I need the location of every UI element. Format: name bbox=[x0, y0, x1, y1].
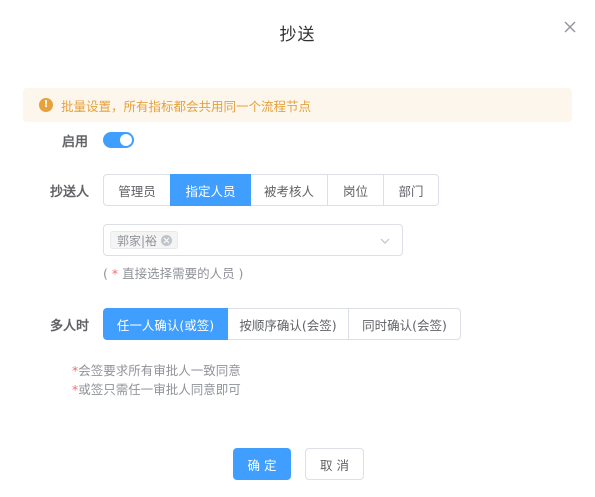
multi-mode-group: 任一人确认(或签) 按顺序确认(会签) 同时确认(会签) bbox=[103, 308, 461, 340]
cc-type-group: 管理员 指定人员 被考核人 岗位 部门 bbox=[103, 174, 439, 206]
close-icon[interactable] bbox=[561, 18, 579, 36]
hint-prefix: ( bbox=[103, 266, 112, 281]
note-countersign: *会签要求所有审批人一致同意 bbox=[72, 360, 241, 379]
multi-option-any[interactable]: 任一人确认(或签) bbox=[103, 308, 228, 340]
note-text: 会签要求所有审批人一致同意 bbox=[78, 363, 241, 378]
note-text: 或签只需任一审批人同意即可 bbox=[78, 382, 241, 397]
select-hint: ( * 直接选择需要的人员 ) bbox=[103, 263, 243, 282]
multi-option-simultaneous[interactable]: 同时确认(会签) bbox=[348, 308, 461, 340]
cc-tab-specified[interactable]: 指定人员 bbox=[170, 174, 251, 206]
dialog-title: 抄送 bbox=[279, 25, 316, 45]
tag-label: 郭家|裕 bbox=[117, 233, 158, 248]
note-or-sign: *或签只需任一审批人同意即可 bbox=[72, 379, 241, 398]
tag-close-icon[interactable] bbox=[161, 234, 173, 246]
person-select[interactable]: 郭家|裕 bbox=[103, 224, 403, 256]
selected-person-tag: 郭家|裕 bbox=[110, 231, 179, 249]
enable-switch[interactable] bbox=[103, 132, 134, 148]
warning-icon: ! bbox=[39, 98, 53, 112]
cc-tab-position[interactable]: 岗位 bbox=[327, 174, 384, 206]
cc-tab-admin[interactable]: 管理员 bbox=[103, 174, 171, 206]
enable-label: 启用 bbox=[62, 135, 89, 150]
hint-text: 直接选择需要的人员 ) bbox=[118, 266, 244, 281]
multi-option-sequential[interactable]: 按顺序确认(会签) bbox=[227, 308, 349, 340]
cancel-button[interactable]: 取 消 bbox=[305, 448, 364, 480]
alert-text: 批量设置，所有指标都会共用同一个流程节点 bbox=[61, 98, 312, 114]
cc-label: 抄送人 bbox=[50, 185, 90, 200]
chevron-down-icon[interactable] bbox=[380, 236, 390, 246]
confirm-button[interactable]: 确 定 bbox=[233, 448, 291, 480]
cc-tab-assessee[interactable]: 被考核人 bbox=[250, 174, 328, 206]
switch-knob bbox=[120, 134, 132, 146]
alert-banner: ! 批量设置，所有指标都会共用同一个流程节点 bbox=[23, 88, 572, 122]
cc-tab-department[interactable]: 部门 bbox=[383, 174, 439, 206]
multi-label: 多人时 bbox=[50, 319, 90, 334]
